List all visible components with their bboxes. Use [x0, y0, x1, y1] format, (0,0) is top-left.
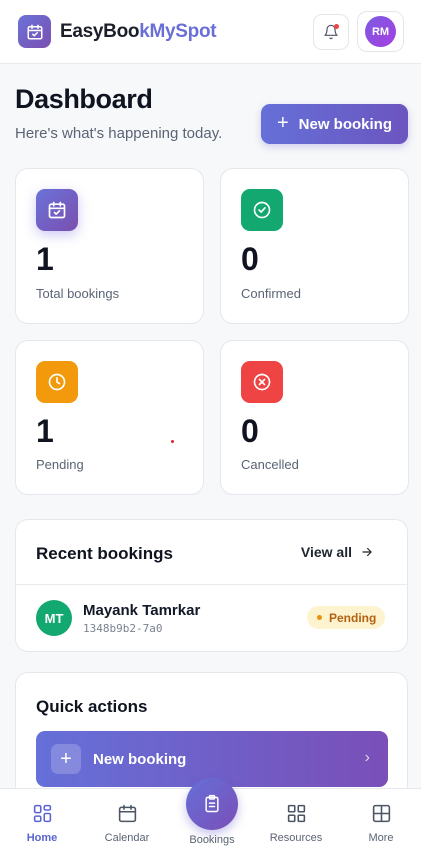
nav-item-bookings[interactable]: [186, 778, 238, 830]
clock-icon: [48, 373, 66, 391]
view-all-label: View all: [300, 544, 352, 560]
calendar-check-icon: [48, 201, 66, 219]
calendar-check-icon: [27, 24, 42, 39]
brand-name-part2: kMySpot: [139, 20, 217, 42]
stat-value: 0: [241, 241, 259, 277]
nav-item-calendar[interactable]: Calendar: [87, 803, 167, 844]
nav-label: Resources: [269, 832, 323, 844]
plus-icon: +: [276, 112, 289, 134]
recent-bookings-title: Recent bookings: [36, 544, 173, 563]
stat-card-confirmed[interactable]: 0 Confirmed: [220, 168, 409, 324]
status-dot: [317, 615, 322, 620]
status-label: Pending: [329, 610, 377, 625]
nav-label-bookings[interactable]: Bookings: [171, 834, 253, 846]
stat-label: Cancelled: [241, 457, 299, 472]
stat-icon-box: [36, 361, 78, 403]
x-circle-icon: [253, 373, 271, 391]
stat-card-cancelled[interactable]: 0 Cancelled: [220, 340, 409, 495]
home-grid-icon: [33, 804, 51, 823]
arrow-right-icon: [362, 547, 372, 557]
stat-value: 1: [36, 241, 54, 277]
booking-name: Mayank Tamrkar: [83, 602, 201, 619]
quick-action-label: New booking: [93, 750, 187, 768]
stat-card-pending[interactable]: 1 Pending: [15, 340, 204, 495]
stat-label: Pending: [36, 457, 84, 472]
stat-value: 1: [36, 413, 54, 449]
brand-name-part1: EasyBoo: [60, 20, 140, 42]
status-badge: Pending: [307, 606, 386, 629]
view-all-link[interactable]: View all: [301, 544, 374, 560]
recent-bookings-card: Recent bookings View all MT Mayank Tamrk…: [15, 519, 408, 652]
nav-item-resources[interactable]: Resources: [256, 803, 336, 844]
stat-label: Total bookings: [36, 286, 120, 301]
divider: [16, 584, 407, 585]
plus-icon: +: [51, 744, 81, 774]
stat-icon-box: [241, 189, 283, 231]
chevron-right-icon: ›: [364, 749, 370, 766]
stat-card-total[interactable]: 1 Total bookings: [15, 168, 204, 324]
grid-icon: [287, 804, 305, 823]
notification-dot: [334, 24, 339, 29]
booking-id: 1348b9b2-7a0: [83, 622, 163, 635]
nav-label: More: [368, 832, 394, 844]
new-booking-button[interactable]: + New booking: [261, 104, 408, 144]
new-booking-label: New booking: [298, 115, 393, 133]
stat-label: Confirmed: [241, 286, 301, 301]
calendar-icon: [118, 804, 136, 823]
app-logo[interactable]: [18, 15, 51, 48]
stat-icon-box: [36, 189, 78, 231]
avatar: RM: [365, 16, 396, 47]
nav-item-more[interactable]: More: [341, 803, 421, 844]
stat-value: 0: [241, 413, 259, 449]
clipboard-icon: [205, 794, 219, 813]
nav-label: Home: [26, 832, 58, 844]
nav-label: Calendar: [104, 832, 150, 844]
nav-item-home[interactable]: Home: [2, 803, 82, 844]
notifications-button[interactable]: [313, 14, 349, 50]
check-circle-icon: [253, 201, 271, 219]
quick-actions-title: Quick actions: [36, 697, 148, 716]
user-menu-button[interactable]: RM: [357, 11, 404, 52]
booking-avatar: MT: [36, 600, 72, 636]
page-title: Dashboard: [15, 84, 153, 114]
stray-dot: [171, 440, 174, 443]
more-grid-icon: [372, 804, 390, 823]
brand-name[interactable]: EasyBookMySpot: [60, 20, 217, 43]
stat-icon-box: [241, 361, 283, 403]
page-subtitle: Here's what's happening today.: [15, 125, 223, 142]
